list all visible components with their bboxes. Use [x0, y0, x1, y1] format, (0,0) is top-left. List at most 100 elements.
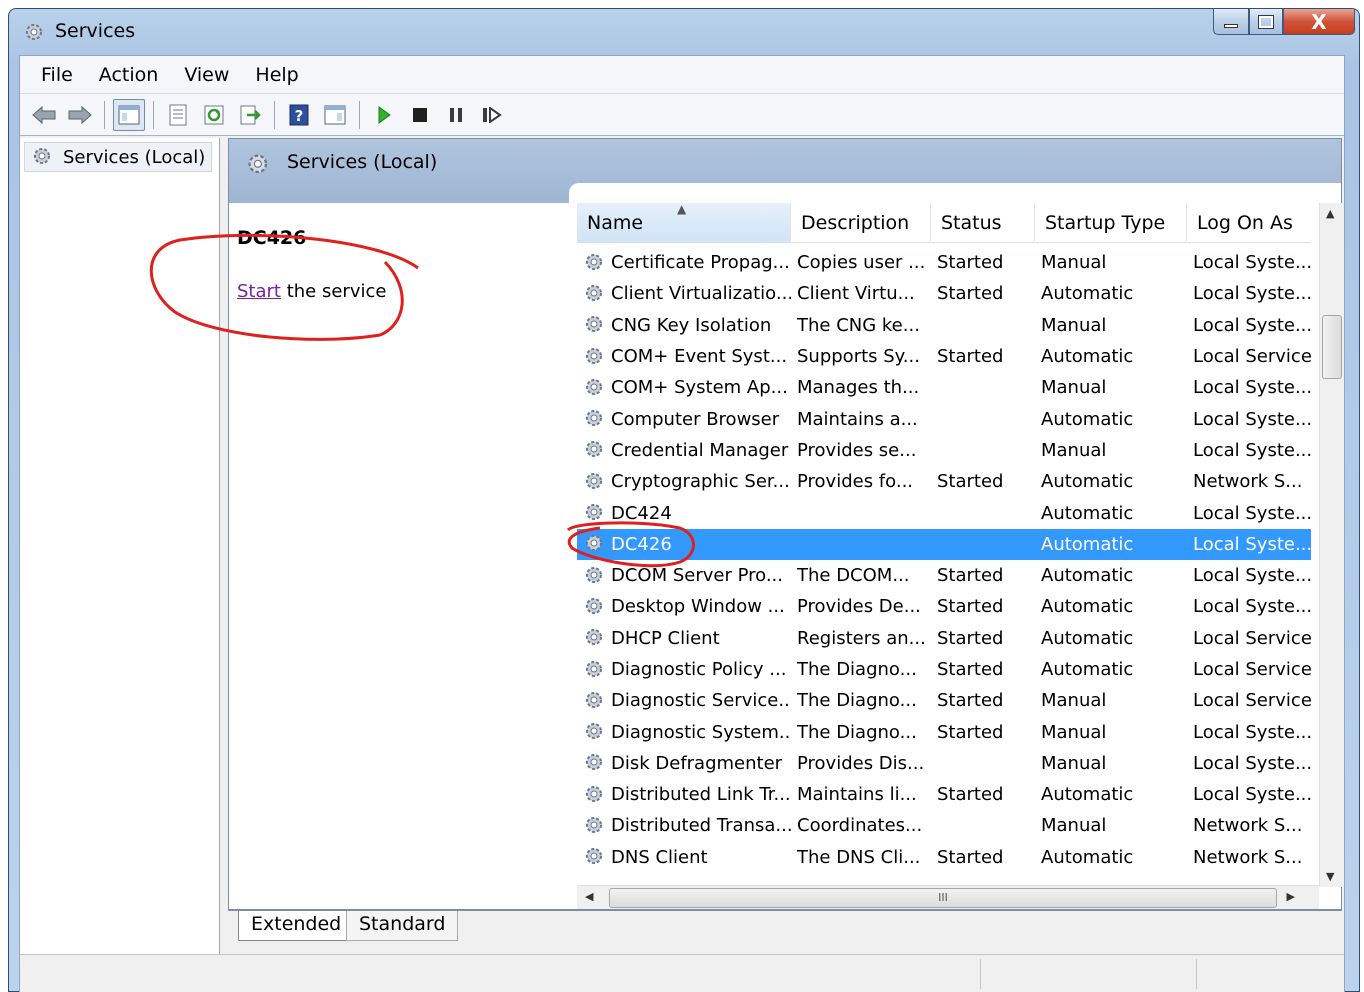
help-button[interactable]: ?: [283, 99, 315, 131]
column-header-startup-type[interactable]: Startup Type: [1035, 203, 1187, 243]
service-gear-icon: [586, 410, 602, 427]
scroll-up-icon[interactable]: ▲: [1326, 207, 1334, 220]
service-gear-icon: [586, 785, 602, 802]
service-name-text: CNG Key Isolation: [611, 314, 772, 336]
service-startup-type: Automatic: [1041, 533, 1134, 555]
pane-header-curve: [569, 183, 1341, 203]
column-header-label: Startup Type: [1045, 212, 1166, 234]
tab-extended[interactable]: Extended: [238, 911, 355, 941]
menu-bar: File Action View Help: [20, 56, 1344, 94]
table-row[interactable]: COM+ System Ap... Manages th... Manual Loca…: [577, 372, 1311, 403]
pause-service-button[interactable]: [440, 99, 472, 131]
menu-action[interactable]: Action: [86, 60, 172, 90]
export-list-button[interactable]: [234, 99, 266, 131]
service-log-on-as: Local Syste...: [1193, 502, 1311, 524]
minimize-button[interactable]: [1213, 9, 1249, 35]
service-log-on-as: Local Syste...: [1193, 439, 1311, 461]
toolbar-separator: [104, 100, 105, 129]
back-button[interactable]: [28, 99, 60, 131]
show-hide-action-pane-button[interactable]: [319, 99, 351, 131]
services-pane: Services (Local) DC426 Start the service…: [228, 138, 1343, 910]
pane-header-title: Services (Local): [287, 151, 438, 173]
column-header-label: Status: [941, 212, 1002, 234]
menu-view[interactable]: View: [171, 60, 242, 90]
column-header-name[interactable]: ▲ Name: [577, 202, 791, 243]
table-row[interactable]: DHCP Client Registers an... Started Automat…: [577, 623, 1311, 654]
table-row[interactable]: Credential Manager Provides se... Manual Lo…: [577, 435, 1311, 466]
service-name-text: Diagnostic Service...: [611, 690, 791, 712]
properties-icon: [169, 104, 187, 125]
menu-help[interactable]: Help: [242, 60, 311, 90]
horizontal-scroll-thumb[interactable]: III: [609, 888, 1277, 908]
service-status: Started: [937, 596, 1004, 618]
close-button[interactable]: X: [1283, 9, 1355, 35]
service-gear-icon: [586, 441, 602, 458]
service-gear-icon: [586, 848, 602, 865]
table-row[interactable]: Distributed Transa... Coordinates... Manua…: [577, 810, 1311, 841]
window-title: Services: [55, 20, 136, 42]
scroll-down-icon[interactable]: ▼: [1326, 870, 1334, 883]
pane-header: Services (Local): [229, 139, 1341, 203]
table-row[interactable]: Computer Browser Maintains a... Automatic L…: [577, 403, 1311, 434]
table-row[interactable]: Certificate Propag... Copies user ... Star…: [577, 247, 1311, 278]
table-row[interactable]: Cryptographic Ser... Provides fo... Starte…: [577, 466, 1311, 497]
service-startup-type: Manual: [1041, 314, 1107, 336]
table-row[interactable]: DCOM Server Pro... The DCOM... Started Auto…: [577, 560, 1311, 591]
service-name: Disk Defragmenter: [577, 751, 791, 775]
sort-ascending-icon: ▲: [677, 202, 687, 216]
vertical-scroll-thumb[interactable]: [1322, 315, 1342, 379]
scroll-right-icon[interactable]: ▶: [1287, 890, 1295, 903]
service-description: Registers an...: [797, 627, 926, 649]
start-service-button[interactable]: [368, 99, 400, 131]
service-startup-type: Manual: [1041, 690, 1107, 712]
properties-button[interactable]: [162, 99, 194, 131]
start-service-link[interactable]: Start: [237, 281, 281, 302]
tab-standard[interactable]: Standard: [346, 911, 459, 941]
table-row[interactable]: CNG Key Isolation The CNG ke... Manual Loca…: [577, 310, 1311, 341]
service-status: Started: [937, 690, 1004, 712]
forward-button[interactable]: [64, 99, 96, 131]
view-tabs: Extended Standard: [228, 910, 1342, 954]
service-name-text: Computer Browser: [611, 408, 780, 430]
service-name-text: DHCP Client: [611, 627, 720, 649]
service-startup-type: Manual: [1041, 377, 1107, 399]
title-bar[interactable]: Services X: [9, 9, 1359, 55]
service-name-text: Client Virtualizatio...: [611, 283, 791, 305]
table-row[interactable]: COM+ Event Syst... Supports Sy... Started A…: [577, 341, 1311, 372]
table-row[interactable]: DNS Client The DNS Cli... Started Automatic…: [577, 842, 1311, 873]
service-name: Computer Browser: [577, 407, 791, 431]
show-hide-console-tree-button[interactable]: [113, 98, 145, 131]
service-description: Client Virtu...: [797, 283, 915, 305]
service-name: Certificate Propag...: [577, 251, 791, 275]
stop-service-button[interactable]: [404, 99, 436, 131]
menu-file[interactable]: File: [28, 60, 86, 90]
table-row[interactable]: Diagnostic Service... The Diagno... Starte…: [577, 685, 1311, 716]
toolbar-separator: [359, 100, 360, 129]
service-description: Provides fo...: [797, 471, 914, 493]
table-row[interactable]: Desktop Window ... Provides De... Started A…: [577, 591, 1311, 622]
service-gear-icon: [586, 597, 602, 614]
table-row[interactable]: Disk Defragmenter Provides Dis... Manual Lo…: [577, 748, 1311, 779]
column-header-description[interactable]: Description: [791, 203, 931, 243]
table-row[interactable]: Diagnostic System... The Diagno... Started…: [577, 716, 1311, 747]
maximize-button[interactable]: [1249, 9, 1283, 35]
table-row[interactable]: DC426 Automatic Local Syste...: [577, 528, 1311, 560]
table-row[interactable]: Client Virtualizatio... Client Virtu... St…: [577, 278, 1311, 309]
vertical-scrollbar[interactable]: ▲ ▼: [1319, 203, 1343, 887]
table-row[interactable]: Diagnostic Policy ... The Diagno... Starte…: [577, 654, 1311, 685]
horizontal-scrollbar[interactable]: ◀ III ▶: [577, 885, 1319, 909]
table-row[interactable]: Distributed Link Tr... Maintains li... Sta…: [577, 779, 1311, 810]
service-gear-icon: [586, 504, 602, 521]
column-header-log-on-as[interactable]: Log On As: [1187, 203, 1311, 243]
service-startup-type: Automatic: [1041, 596, 1134, 618]
help-icon: ?: [289, 104, 309, 125]
column-header-label: Name: [587, 212, 644, 234]
column-header-status[interactable]: Status: [931, 203, 1035, 243]
table-row[interactable]: DC424 Automatic Local Syste...: [577, 497, 1311, 528]
refresh-button[interactable]: [198, 99, 230, 131]
scroll-left-icon[interactable]: ◀: [585, 890, 593, 903]
service-startup-type: Automatic: [1041, 502, 1134, 524]
restart-service-button[interactable]: [476, 99, 508, 131]
tree-item-services-local[interactable]: Services (Local): [24, 142, 213, 172]
services-gear-icon: [248, 154, 268, 174]
